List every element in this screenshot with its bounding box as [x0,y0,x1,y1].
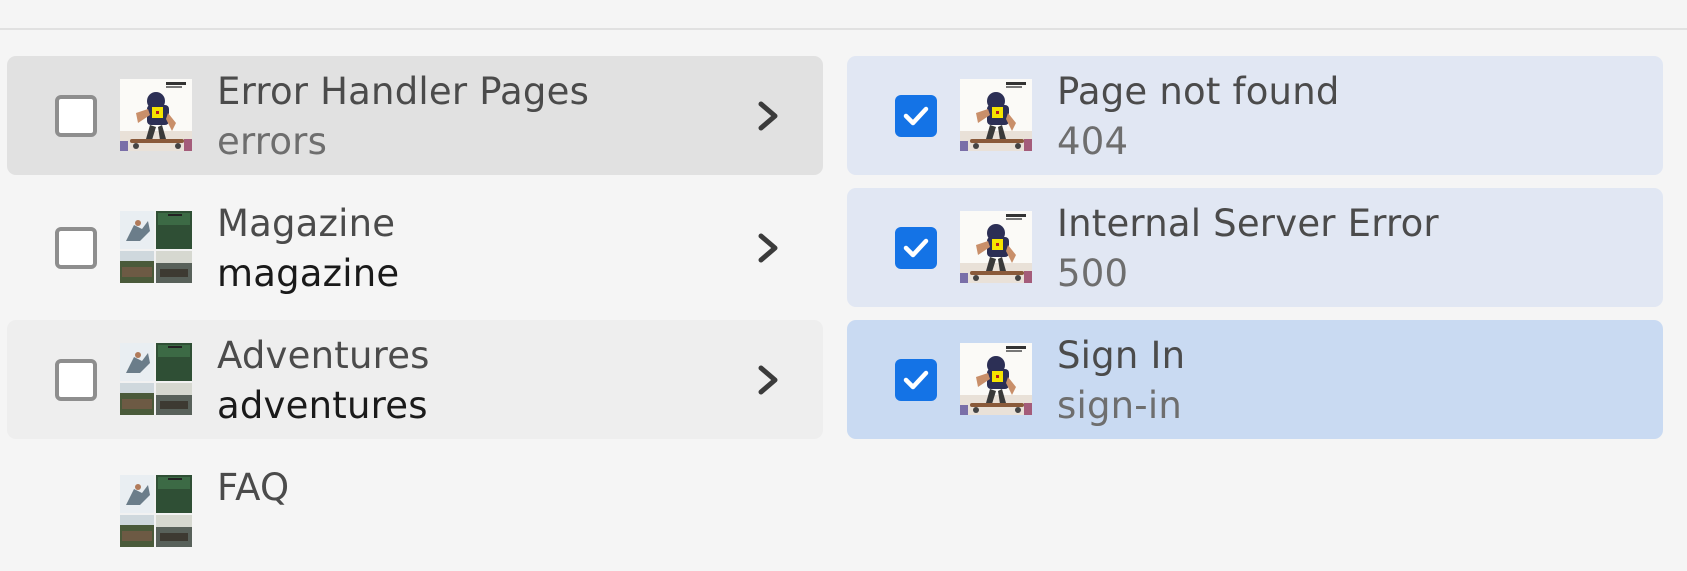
list-item[interactable]: Adventures adventures [7,320,823,439]
list-item[interactable]: Magazine magazine [7,188,823,307]
item-title: Sign In [1057,334,1186,377]
chevron-right-icon[interactable] [755,233,781,263]
list-item[interactable]: FAQ [7,452,823,571]
list-item[interactable]: Internal Server Error 500 [847,188,1663,307]
list-item[interactable]: Sign In sign-in [847,320,1663,439]
checkmark-icon [903,238,929,258]
item-title: Internal Server Error [1057,202,1439,245]
row-checkbox[interactable] [895,227,937,269]
item-title: Adventures [217,334,430,377]
list-item[interactable]: Error Handler Pages errors [7,56,823,175]
page-thumbnail [120,475,192,547]
page-thumbnail [960,79,1032,151]
page-thumbnail [120,211,192,283]
chevron-right-icon[interactable] [755,365,781,395]
page-thumbnail [120,343,192,415]
row-checkbox[interactable] [895,95,937,137]
item-title: Page not found [1057,70,1340,113]
item-name: errors [217,120,328,163]
row-checkbox[interactable] [55,95,97,137]
item-title: FAQ [217,466,290,509]
item-title: Magazine [217,202,396,245]
item-name: 404 [1057,120,1129,163]
item-name: sign-in [1057,384,1182,427]
item-name: 500 [1057,252,1129,295]
list-item[interactable]: Page not found 404 [847,56,1663,175]
page-thumbnail [960,343,1032,415]
item-name: magazine [217,252,400,295]
item-title: Error Handler Pages [217,70,590,113]
item-name: adventures [217,384,428,427]
top-bar [0,0,1687,30]
page-thumbnail [120,79,192,151]
checkmark-icon [903,106,929,126]
row-checkbox[interactable] [55,227,97,269]
checkmark-icon [903,370,929,390]
row-checkbox[interactable] [895,359,937,401]
page-thumbnail [960,211,1032,283]
row-checkbox[interactable] [55,359,97,401]
chevron-right-icon[interactable] [755,101,781,131]
